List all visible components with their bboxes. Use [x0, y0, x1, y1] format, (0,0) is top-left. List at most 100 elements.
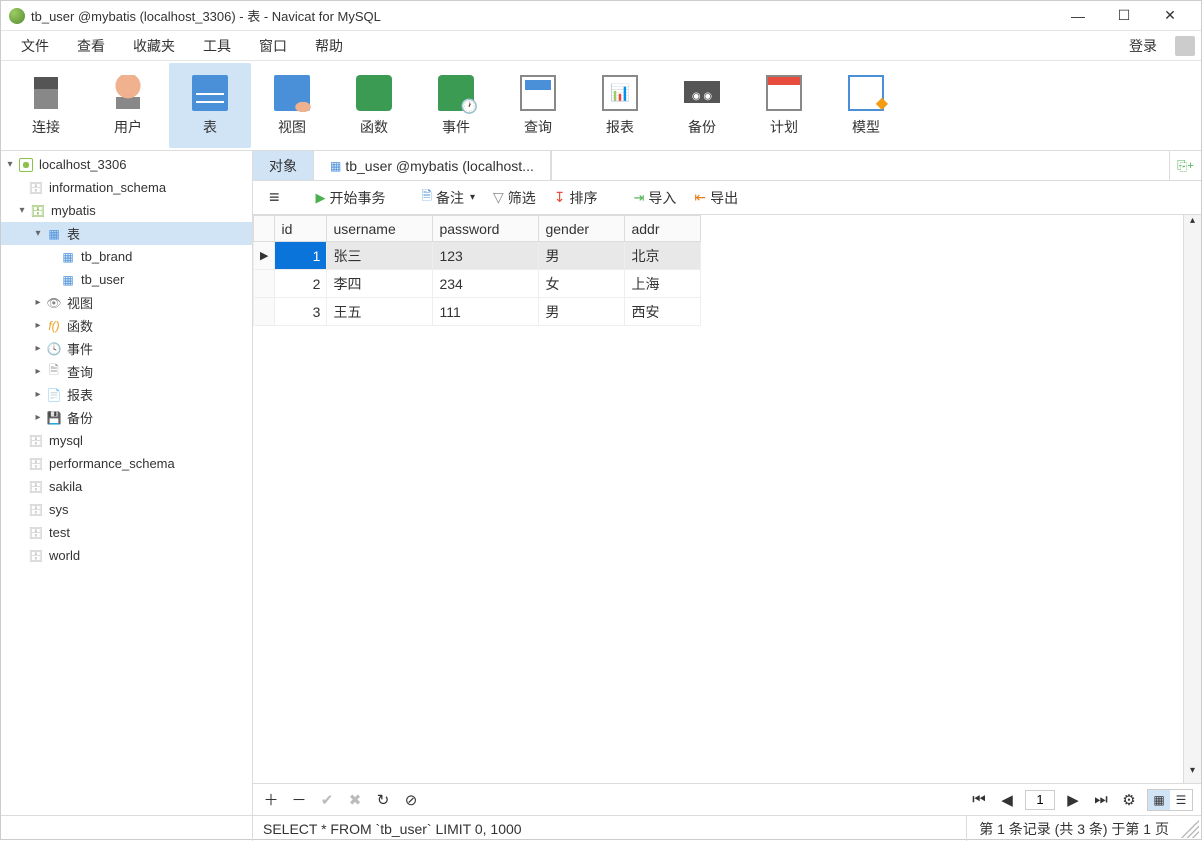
- database-icon: 🗄: [27, 433, 45, 449]
- tree-backups-folder[interactable]: ▸💾备份: [1, 406, 252, 429]
- export-icon: ⇤: [694, 189, 706, 206]
- tree-reports-folder[interactable]: ▸📄报表: [1, 383, 252, 406]
- close-button[interactable]: ✕: [1147, 1, 1193, 31]
- tab-tb_user[interactable]: ▦tb_user @mybatis (localhost...: [314, 151, 551, 180]
- table-row[interactable]: ▶ 1 张三 123 男 北京: [254, 242, 701, 270]
- database-icon: 🗄: [27, 456, 45, 472]
- menu-tools[interactable]: 工具: [189, 32, 245, 60]
- menu-favorites[interactable]: 收藏夹: [119, 32, 189, 60]
- avatar-icon[interactable]: [1175, 36, 1195, 56]
- begin-transaction-button[interactable]: ▶开始事务: [310, 186, 392, 210]
- tab-objects[interactable]: 对象: [253, 151, 314, 180]
- filter-button[interactable]: ▽筛选: [487, 186, 542, 210]
- tree-table-tb_user[interactable]: ▦tb_user: [1, 268, 252, 291]
- login-button[interactable]: 登录: [1115, 32, 1171, 60]
- event-folder-icon: 🕓: [45, 341, 63, 357]
- expand-icon[interactable]: ▾: [15, 205, 29, 216]
- resize-grip[interactable]: [1181, 820, 1199, 838]
- stop-button[interactable]: ⊘: [401, 790, 421, 810]
- tree-views-folder[interactable]: ▸👁视图: [1, 291, 252, 314]
- expand-icon[interactable]: ▸: [31, 412, 45, 423]
- column-gender[interactable]: gender: [539, 216, 625, 242]
- toolbar-schedule[interactable]: 计划: [743, 63, 825, 148]
- toolbar-query[interactable]: 查询: [497, 63, 579, 148]
- tree-connection[interactable]: ▾ localhost_3306: [1, 153, 252, 176]
- scroll-up-button[interactable]: ▴: [1184, 215, 1201, 233]
- window-title: tb_user @mybatis (localhost_3306) - 表 - …: [31, 6, 1055, 25]
- expand-icon[interactable]: ▸: [31, 366, 45, 377]
- grid-view-button[interactable]: ▦: [1148, 790, 1170, 810]
- menu-help[interactable]: 帮助: [301, 32, 357, 60]
- import-button[interactable]: ⇥导入: [628, 186, 683, 210]
- vertical-scrollbar[interactable]: ▴ ▾: [1183, 215, 1201, 783]
- scroll-down-button[interactable]: ▾: [1184, 765, 1201, 783]
- remark-button[interactable]: 🗎备注▾: [416, 185, 481, 211]
- minimize-button[interactable]: —: [1055, 1, 1101, 31]
- toolbar-view[interactable]: 视图: [251, 63, 333, 148]
- sort-button[interactable]: ↧排序: [548, 186, 604, 210]
- tree-db-test[interactable]: 🗄test: [1, 521, 252, 544]
- query-folder-icon: 🗎: [45, 364, 63, 380]
- toolbar-model[interactable]: 模型: [825, 63, 907, 148]
- first-page-button[interactable]: ⏮: [969, 790, 989, 810]
- tree-db-performance_schema[interactable]: 🗄performance_schema: [1, 452, 252, 475]
- prev-page-button[interactable]: ◀: [997, 790, 1017, 810]
- menu-window[interactable]: 窗口: [245, 32, 301, 60]
- next-page-button[interactable]: ▶: [1063, 790, 1083, 810]
- page-input[interactable]: [1025, 790, 1055, 810]
- expand-icon[interactable]: ▾: [31, 228, 45, 239]
- record-nav-bar: ＋ － ✔ ✖ ↻ ⊘ ⏮ ◀ ▶ ⏭ ⚙ ▦ ☰: [253, 783, 1201, 815]
- expand-icon[interactable]: ▸: [31, 297, 45, 308]
- data-grid[interactable]: id username password gender addr ▶ 1 张三: [253, 215, 1183, 783]
- delete-record-button[interactable]: －: [289, 790, 309, 810]
- table-icon: ▦: [59, 249, 77, 265]
- add-record-button[interactable]: ＋: [261, 790, 281, 810]
- connection-tree[interactable]: ▾ localhost_3306 🗄information_schema ▾🗄m…: [1, 151, 253, 815]
- menu-view[interactable]: 查看: [63, 32, 119, 60]
- row-indicator-header: [254, 216, 275, 242]
- expand-icon[interactable]: ▾: [3, 159, 17, 170]
- menu-file[interactable]: 文件: [7, 32, 63, 60]
- tree-table-tb_brand[interactable]: ▦tb_brand: [1, 245, 252, 268]
- tree-db-world[interactable]: 🗄world: [1, 544, 252, 567]
- expand-icon[interactable]: ▸: [31, 343, 45, 354]
- apply-button[interactable]: ✔: [317, 790, 337, 810]
- column-username[interactable]: username: [327, 216, 433, 242]
- tree-db-information-schema[interactable]: 🗄information_schema: [1, 176, 252, 199]
- toolbar-function[interactable]: 函数: [333, 63, 415, 148]
- toolbar-event[interactable]: 事件: [415, 63, 497, 148]
- toolbar-report[interactable]: 报表: [579, 63, 661, 148]
- database-icon: 🗄: [27, 180, 45, 196]
- toolbar-table[interactable]: 表: [169, 63, 251, 148]
- tree-db-sakila[interactable]: 🗄sakila: [1, 475, 252, 498]
- tree-db-mybatis[interactable]: ▾🗄mybatis: [1, 199, 252, 222]
- maximize-button[interactable]: ☐: [1101, 1, 1147, 31]
- refresh-button[interactable]: ↻: [373, 790, 393, 810]
- add-tab-button[interactable]: ⎘+: [1169, 151, 1201, 180]
- export-button[interactable]: ⇤导出: [688, 186, 744, 210]
- database-icon: 🗄: [27, 479, 45, 495]
- column-password[interactable]: password: [433, 216, 539, 242]
- column-id[interactable]: id: [275, 216, 327, 242]
- toolbar-user[interactable]: 用户: [87, 63, 169, 148]
- last-page-button[interactable]: ⏭: [1091, 790, 1111, 810]
- table-row[interactable]: 2 李四 234 女 上海: [254, 270, 701, 298]
- tree-tables-folder[interactable]: ▾▦表: [1, 222, 252, 245]
- expand-icon[interactable]: ▸: [31, 389, 45, 400]
- toolbar-backup[interactable]: 备份: [661, 63, 743, 148]
- tree-db-sys[interactable]: 🗄sys: [1, 498, 252, 521]
- cancel-button[interactable]: ✖: [345, 790, 365, 810]
- column-addr[interactable]: addr: [625, 216, 701, 242]
- tree-queries-folder[interactable]: ▸🗎查询: [1, 360, 252, 383]
- form-view-button[interactable]: ☰: [1170, 790, 1192, 810]
- tree-events-folder[interactable]: ▸🕓事件: [1, 337, 252, 360]
- table-row[interactable]: 3 王五 111 男 西安: [254, 298, 701, 326]
- menu-toggle-button[interactable]: ≡: [263, 185, 286, 210]
- settings-button[interactable]: ⚙: [1119, 790, 1139, 810]
- menu-bar: 文件 查看 收藏夹 工具 窗口 帮助 登录: [1, 31, 1201, 61]
- tree-functions-folder[interactable]: ▸f()函数: [1, 314, 252, 337]
- toolbar-connect[interactable]: 连接: [5, 63, 87, 148]
- tree-db-mysql[interactable]: 🗄mysql: [1, 429, 252, 452]
- expand-icon[interactable]: ▸: [31, 320, 45, 331]
- report-icon: [602, 75, 638, 111]
